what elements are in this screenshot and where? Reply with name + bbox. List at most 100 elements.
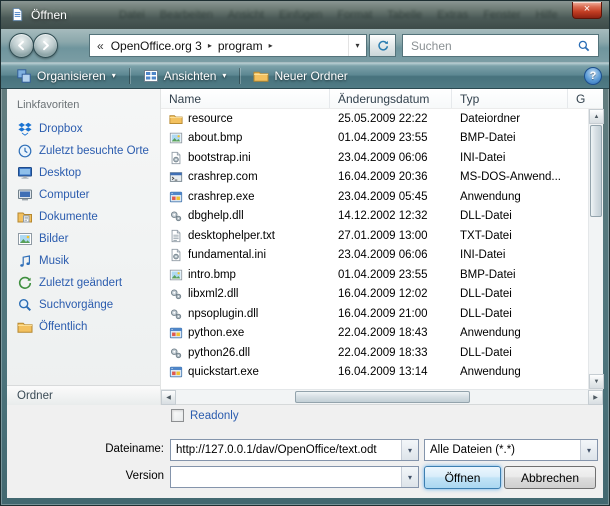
filename-value[interactable]: http://127.0.0.1/dav/OpenOffice/text.odt xyxy=(171,444,401,456)
file-name: desktophelper.txt xyxy=(188,230,275,242)
sidebar-item-pictures[interactable]: Bilder xyxy=(7,228,160,250)
version-combobox[interactable]: ▾ xyxy=(170,466,419,488)
background-menu-item: Hilfe xyxy=(536,9,558,21)
file-date: 16.04.2009 12:02 xyxy=(330,288,452,300)
breadcrumb-separator-icon[interactable]: ▸ xyxy=(266,41,276,50)
readonly-checkbox[interactable] xyxy=(171,409,184,422)
file-row[interactable]: libxml2.dll16.04.2009 12:02DLL-Datei xyxy=(161,285,588,305)
browse-area: Linkfavoriten DropboxZuletzt besuchte Or… xyxy=(7,89,603,405)
organize-label: Organisieren xyxy=(37,69,106,83)
breadcrumb-segment[interactable]: OpenOffice.org 3 xyxy=(108,39,205,53)
recent-places-icon xyxy=(17,143,33,159)
views-button[interactable]: Ansichten ▾ xyxy=(135,65,235,87)
file-date: 23.04.2009 06:06 xyxy=(330,152,452,164)
filename-combobox[interactable]: http://127.0.0.1/dav/OpenOffice/text.odt… xyxy=(170,439,419,461)
forward-button[interactable] xyxy=(33,33,58,58)
vertical-scrollbar[interactable]: ▲ ▼ xyxy=(588,109,603,389)
sidebar-item-searches[interactable]: Suchvorgänge xyxy=(7,294,160,316)
sidebar-item-recently-changed[interactable]: Zuletzt geändert xyxy=(7,272,160,294)
file-name: resource xyxy=(188,113,233,125)
open-button[interactable]: Öffnen xyxy=(424,466,501,489)
file-date: 25.05.2009 22:22 xyxy=(330,113,452,125)
command-toolbar: Organisieren ▾ Ansichten ▾ Neuer Ordner … xyxy=(1,62,609,89)
file-row[interactable]: crashrep.exe23.04.2009 05:45Anwendung xyxy=(161,187,588,207)
file-row[interactable]: quickstart.exe16.04.2009 13:14Anwendung xyxy=(161,363,588,383)
search-icon[interactable] xyxy=(570,39,598,53)
file-type: Anwendung xyxy=(452,191,568,203)
views-label: Ansichten xyxy=(164,69,217,83)
sidebar-item-recent-places[interactable]: Zuletzt besuchte Orte xyxy=(7,140,160,162)
chevron-down-icon[interactable]: ▾ xyxy=(401,467,418,487)
breadcrumb-segment[interactable]: program xyxy=(215,39,266,53)
column-header-1[interactable]: Änderungsdatum xyxy=(330,89,452,108)
sidebar-item-documents[interactable]: Dokumente xyxy=(7,206,160,228)
dialog-body: Linkfavoriten DropboxZuletzt besuchte Or… xyxy=(7,89,603,498)
file-row[interactable]: about.bmp01.04.2009 23:55BMP-Datei xyxy=(161,129,588,149)
new-folder-label: Neuer Ordner xyxy=(274,69,347,83)
organize-button[interactable]: Organisieren ▾ xyxy=(8,65,124,87)
folders-label: Ordner xyxy=(17,390,53,402)
chevron-down-icon[interactable]: ▾ xyxy=(401,440,418,460)
file-row[interactable]: dbghelp.dll14.12.2002 12:32DLL-Datei xyxy=(161,207,588,227)
cancel-button[interactable]: Abbrechen xyxy=(504,466,596,489)
column-header-3[interactable]: G xyxy=(568,89,603,108)
refresh-button[interactable] xyxy=(369,34,396,57)
titlebar[interactable]: Öffnen DateiBearbeitenAnsichtEinfügenFor… xyxy=(1,1,609,29)
sidebar-item-desktop[interactable]: Desktop xyxy=(7,162,160,184)
horizontal-scroll-thumb[interactable] xyxy=(295,391,470,403)
scroll-down-arrow[interactable]: ▼ xyxy=(589,374,604,389)
file-row[interactable]: npsoplugin.dll16.04.2009 21:00DLL-Datei xyxy=(161,304,588,324)
breadcrumb-separator-icon[interactable]: ▸ xyxy=(205,41,215,50)
dll-icon xyxy=(169,209,183,223)
scroll-left-arrow[interactable]: ◀ xyxy=(161,390,176,405)
search-placeholder: Suchen xyxy=(403,39,570,53)
sidebar-item-music[interactable]: Musik xyxy=(7,250,160,272)
file-row[interactable]: bootstrap.ini 23.04.2009 06:06INI-Datei xyxy=(161,148,588,168)
horizontal-scrollbar[interactable]: ◀ ▶ xyxy=(161,389,603,404)
file-date: 01.04.2009 23:55 xyxy=(330,269,452,281)
dialog-icon xyxy=(10,7,25,22)
file-row[interactable]: python.exe22.04.2009 18:43Anwendung xyxy=(161,324,588,344)
sidebar-item-dropbox[interactable]: Dropbox xyxy=(7,118,160,140)
dll-icon xyxy=(169,307,183,321)
folders-expander[interactable]: Ordner xyxy=(7,385,160,405)
file-date: 16.04.2009 13:14 xyxy=(330,366,452,378)
scroll-right-arrow[interactable]: ▶ xyxy=(588,390,603,405)
filename-label: Dateiname: xyxy=(7,443,164,455)
new-folder-button[interactable]: Neuer Ordner xyxy=(245,65,355,87)
file-type: INI-Datei xyxy=(452,152,568,164)
file-row[interactable]: python26.dll22.04.2009 18:33DLL-Datei xyxy=(161,343,588,363)
background-menu-item: Fenster xyxy=(483,9,520,21)
file-type: DLL-Datei xyxy=(452,347,568,359)
file-row[interactable]: resource25.05.2009 22:22Dateiordner xyxy=(161,109,588,129)
breadcrumb-overflow-chevron[interactable]: « xyxy=(90,39,108,53)
file-type: DLL-Datei xyxy=(452,210,568,222)
search-box[interactable]: Suchen xyxy=(402,34,599,57)
close-button[interactable]: × xyxy=(572,2,602,19)
vertical-scroll-thumb[interactable] xyxy=(590,125,602,217)
sidebar-item-label: Musik xyxy=(39,255,69,267)
scroll-up-arrow[interactable]: ▲ xyxy=(589,109,604,124)
sidebar-item-public[interactable]: Öffentlich xyxy=(7,316,160,338)
favorites-pane: Linkfavoriten DropboxZuletzt besuchte Or… xyxy=(7,89,161,405)
column-header-0[interactable]: Name xyxy=(161,89,330,108)
file-row[interactable]: crashrep.com16.04.2009 20:36MS-DOS-Anwen… xyxy=(161,168,588,188)
help-button[interactable]: ? xyxy=(584,67,602,85)
breadcrumb[interactable]: « OpenOffice.org 3▸program▸ ▾ xyxy=(89,34,367,57)
toolbar-separator xyxy=(239,68,240,84)
file-row[interactable]: desktophelper.txt27.01.2009 13:00TXT-Dat… xyxy=(161,226,588,246)
txt-icon xyxy=(169,229,183,243)
chevron-down-icon[interactable]: ▾ xyxy=(580,440,597,460)
column-header-2[interactable]: Typ xyxy=(452,89,568,108)
file-row[interactable]: fundamental.ini23.04.2009 06:06INI-Datei xyxy=(161,246,588,266)
sidebar-item-label: Desktop xyxy=(39,167,81,179)
file-name: bootstrap.ini xyxy=(188,152,251,164)
back-button[interactable] xyxy=(9,33,34,58)
sidebar-item-label: Dokumente xyxy=(39,211,98,223)
breadcrumb-dropdown-icon[interactable]: ▾ xyxy=(348,35,366,56)
filetype-combobox[interactable]: Alle Dateien (*.*) ▾ xyxy=(424,439,598,461)
file-date: 01.04.2009 23:55 xyxy=(330,132,452,144)
file-row[interactable]: intro.bmp01.04.2009 23:55BMP-Datei xyxy=(161,265,588,285)
list-header: NameÄnderungsdatumTypG xyxy=(161,89,603,109)
sidebar-item-computer[interactable]: Computer xyxy=(7,184,160,206)
